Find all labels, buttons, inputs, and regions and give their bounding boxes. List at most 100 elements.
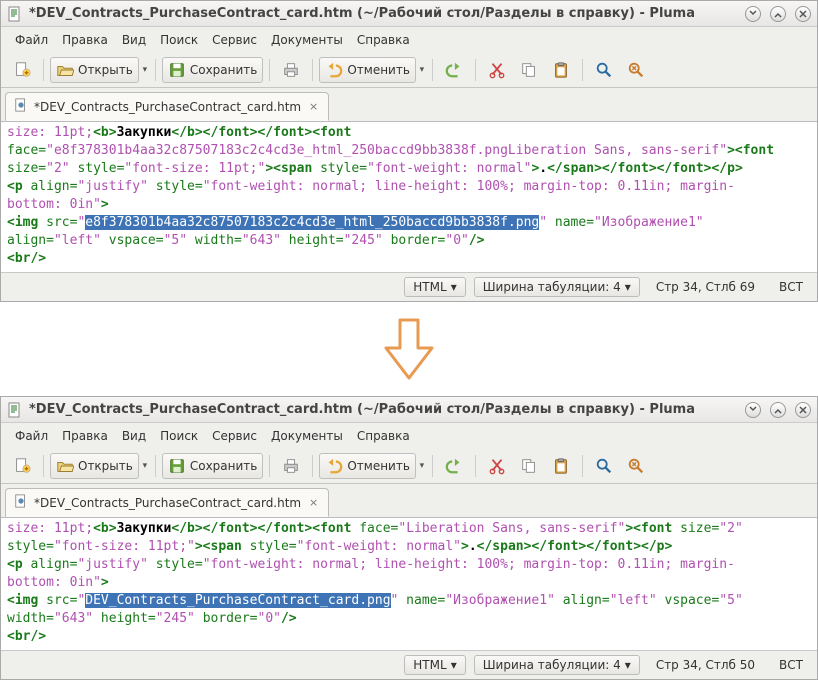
cut-button[interactable] xyxy=(482,453,512,479)
save-label: Сохранить xyxy=(190,459,258,473)
menu-file[interactable]: Файл xyxy=(9,31,54,49)
window-bottom: *DEV_Contracts_PurchaseContract_card.htm… xyxy=(0,396,818,680)
open-button[interactable]: Открыть xyxy=(50,453,139,479)
open-dropdown[interactable]: ▾ xyxy=(141,65,149,75)
separator xyxy=(269,455,270,477)
chevron-down-icon: ▾ xyxy=(451,658,457,672)
menu-help[interactable]: Справка xyxy=(351,427,416,445)
copy-button[interactable] xyxy=(514,453,544,479)
separator xyxy=(475,59,476,81)
menu-file[interactable]: Файл xyxy=(9,427,54,445)
maximize-button[interactable] xyxy=(770,402,786,418)
menu-edit[interactable]: Правка xyxy=(56,31,114,49)
redo-button[interactable] xyxy=(439,57,469,83)
maximize-button[interactable] xyxy=(770,6,786,22)
separator xyxy=(312,59,313,81)
new-button[interactable] xyxy=(7,453,37,479)
code-editor[interactable]: size: 11pt;<b>Закупки</b></font></font><… xyxy=(1,121,817,273)
statusbar: HTML ▾ Ширина табуляции: 4 ▾ Стр 34, Стлб … xyxy=(1,273,817,301)
paste-button[interactable] xyxy=(546,453,576,479)
tab-active[interactable]: *DEV_Contracts_PurchaseContract_card.htm… xyxy=(5,488,329,517)
menu-help[interactable]: Справка xyxy=(351,31,416,49)
language-label: HTML xyxy=(413,658,446,672)
separator xyxy=(155,59,156,81)
tab-width-selector[interactable]: Ширина табуляции: 4 ▾ xyxy=(474,277,640,297)
chevron-down-icon: ▾ xyxy=(625,658,631,672)
tab-close-icon[interactable]: × xyxy=(307,100,320,113)
open-button[interactable]: Открыть xyxy=(50,57,139,83)
print-button[interactable] xyxy=(276,57,306,83)
toolbar: Открыть ▾ Сохранить Отменить ▾ xyxy=(1,449,817,484)
open-dropdown[interactable]: ▾ xyxy=(141,461,149,471)
separator xyxy=(155,455,156,477)
open-label: Открыть xyxy=(78,459,133,473)
separator xyxy=(43,455,44,477)
language-label: HTML xyxy=(413,280,446,294)
minimize-button[interactable] xyxy=(745,402,761,418)
tabbar: *DEV_Contracts_PurchaseContract_card.htm… xyxy=(1,88,817,121)
copy-button[interactable] xyxy=(514,57,544,83)
language-selector[interactable]: HTML ▾ xyxy=(404,655,465,675)
menubar: Файл Правка Вид Поиск Сервис Документы С… xyxy=(1,27,817,53)
save-button[interactable]: Сохранить xyxy=(162,57,264,83)
separator xyxy=(432,59,433,81)
menu-tools[interactable]: Сервис xyxy=(206,427,263,445)
find-replace-button[interactable] xyxy=(621,453,651,479)
cursor-position: Стр 34, Стлб 50 xyxy=(648,658,763,672)
redo-button[interactable] xyxy=(439,453,469,479)
minimize-button[interactable] xyxy=(745,6,761,22)
undo-dropdown[interactable]: ▾ xyxy=(418,65,426,75)
separator xyxy=(432,455,433,477)
tab-width-label: Ширина табуляции: 4 xyxy=(483,658,621,672)
cursor-position: Стр 34, Стлб 69 xyxy=(648,280,763,294)
find-replace-button[interactable] xyxy=(621,57,651,83)
chevron-down-icon: ▾ xyxy=(625,280,631,294)
cut-button[interactable] xyxy=(482,57,512,83)
find-button[interactable] xyxy=(589,57,619,83)
separator xyxy=(582,455,583,477)
menu-tools[interactable]: Сервис xyxy=(206,31,263,49)
app-icon xyxy=(7,402,23,418)
tab-label: *DEV_Contracts_PurchaseContract_card.htm xyxy=(34,100,301,114)
open-label: Открыть xyxy=(78,63,133,77)
separator xyxy=(312,455,313,477)
window-top: *DEV_Contracts_PurchaseContract_card.htm… xyxy=(0,0,818,302)
titlebar[interactable]: *DEV_Contracts_PurchaseContract_card.htm… xyxy=(1,1,817,27)
language-selector[interactable]: HTML ▾ xyxy=(404,277,465,297)
separator xyxy=(269,59,270,81)
menu-edit[interactable]: Правка xyxy=(56,427,114,445)
menu-documents[interactable]: Документы xyxy=(265,427,349,445)
find-button[interactable] xyxy=(589,453,619,479)
toolbar: Открыть ▾ Сохранить Отменить ▾ xyxy=(1,53,817,88)
chevron-down-icon: ▾ xyxy=(451,280,457,294)
close-button[interactable] xyxy=(795,402,811,418)
titlebar[interactable]: *DEV_Contracts_PurchaseContract_card.htm… xyxy=(1,397,817,423)
save-label: Сохранить xyxy=(190,63,258,77)
separator xyxy=(43,59,44,81)
close-button[interactable] xyxy=(795,6,811,22)
insert-mode: ВСТ xyxy=(771,658,811,672)
undo-button[interactable]: Отменить xyxy=(319,453,416,479)
menu-view[interactable]: Вид xyxy=(116,31,152,49)
tab-width-label: Ширина табуляции: 4 xyxy=(483,280,621,294)
new-button[interactable] xyxy=(7,57,37,83)
tab-label: *DEV_Contracts_PurchaseContract_card.htm xyxy=(34,496,301,510)
undo-label: Отменить xyxy=(347,459,410,473)
save-button[interactable]: Сохранить xyxy=(162,453,264,479)
menu-search[interactable]: Поиск xyxy=(154,31,204,49)
app-icon xyxy=(7,6,23,22)
menu-view[interactable]: Вид xyxy=(116,427,152,445)
tab-close-icon[interactable]: × xyxy=(307,496,320,509)
menu-documents[interactable]: Документы xyxy=(265,31,349,49)
tab-width-selector[interactable]: Ширина табуляции: 4 ▾ xyxy=(474,655,640,675)
print-button[interactable] xyxy=(276,453,306,479)
tabbar: *DEV_Contracts_PurchaseContract_card.htm… xyxy=(1,484,817,517)
tab-active[interactable]: *DEV_Contracts_PurchaseContract_card.htm… xyxy=(5,92,329,121)
code-editor[interactable]: size: 11pt;<b>Закупки</b></font></font><… xyxy=(1,517,817,651)
separator xyxy=(582,59,583,81)
window-title: *DEV_Contracts_PurchaseContract_card.htm… xyxy=(29,402,736,417)
undo-button[interactable]: Отменить xyxy=(319,57,416,83)
menu-search[interactable]: Поиск xyxy=(154,427,204,445)
paste-button[interactable] xyxy=(546,57,576,83)
undo-dropdown[interactable]: ▾ xyxy=(418,461,426,471)
